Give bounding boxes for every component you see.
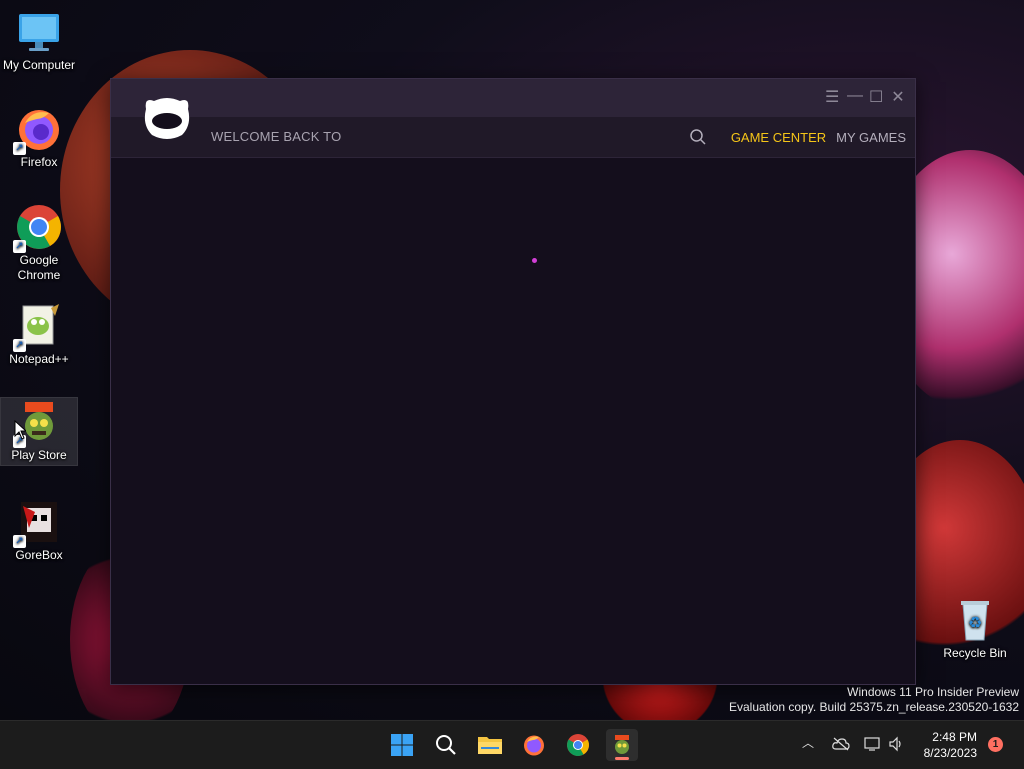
notepad-plus-plus-icon: ↗ [13, 302, 63, 352]
desktop-icon-play-store[interactable]: ↗ Play Store [0, 397, 78, 466]
start-button[interactable] [386, 729, 418, 761]
taskbar-firefox[interactable] [518, 729, 550, 761]
taskbar-file-explorer[interactable] [474, 729, 506, 761]
search-icon[interactable] [689, 128, 707, 146]
close-icon[interactable]: ✕ [891, 87, 905, 107]
clock-date: 8/23/2023 [923, 746, 977, 760]
system-clock[interactable]: 2:48 PM 8/23/2023 [924, 729, 977, 761]
shortcut-arrow-icon: ↗ [13, 339, 26, 352]
window-titlebar[interactable]: ☰ — ☐ ✕ [111, 79, 915, 117]
hamburger-menu-icon[interactable]: ☰ [825, 87, 839, 107]
firefox-icon: ↗ [13, 105, 63, 155]
window-controls: ☰ — ☐ ✕ [825, 87, 905, 107]
desktop-icon-label: Notepad++ [9, 352, 69, 366]
file-explorer-icon [478, 737, 502, 754]
desktop-icon-label: GoreBox [15, 548, 63, 562]
taskbar-play-store[interactable] [606, 729, 638, 761]
desktop-icon-gorebox[interactable]: ↗ GoreBox [1, 498, 77, 563]
mouse-cursor-icon [14, 420, 26, 440]
tab-game-center[interactable]: GAME CENTER [731, 130, 826, 145]
shortcut-arrow-icon: ↗ [13, 535, 26, 548]
minimize-icon[interactable]: — [847, 87, 863, 107]
app-logo-icon [144, 98, 190, 139]
watermark-line: Evaluation copy. Build 25375.zn_release.… [729, 700, 1019, 714]
chrome-icon [567, 734, 589, 756]
desktop-icon-my-computer[interactable]: My Computer [1, 8, 77, 73]
clock-time: 2:48 PM [932, 730, 977, 744]
recycle-bin-icon: ♻ [951, 596, 999, 644]
desktop-icon-label: Google Chrome [17, 253, 61, 282]
notification-badge[interactable]: 1 [988, 737, 1003, 752]
game-center-window: ☰ — ☐ ✕ WELCOME BACK TO GAME CENTER MY G… [110, 78, 916, 685]
taskbar: ︿ 2:48 PM 8/23/2023 1 [0, 720, 1024, 769]
shortcut-arrow-icon: ↗ [13, 240, 26, 253]
tab-my-games[interactable]: MY GAMES [836, 130, 906, 145]
desktop-icon-firefox[interactable]: ↗ Firefox [1, 105, 77, 170]
watermark-line: Windows 11 Pro Insider Preview [847, 685, 1019, 699]
app-header: WELCOME BACK TO GAME CENTER MY GAMES [111, 117, 915, 158]
windows-watermark: Windows 11 Pro Insider Preview Evaluatio… [729, 685, 1019, 715]
desktop-icon-label: Recycle Bin [943, 646, 1007, 660]
loading-indicator [532, 258, 537, 263]
desktop-icon-recycle-bin[interactable]: ♻ Recycle Bin [937, 596, 1013, 661]
search-icon [436, 735, 456, 755]
start-icon [391, 734, 413, 756]
desktop-icon-label: Firefox [20, 155, 58, 169]
shortcut-arrow-icon: ↗ [13, 142, 26, 155]
network-icon[interactable] [864, 736, 882, 752]
desktop-icon-label: Play Store [11, 448, 67, 462]
maximize-icon[interactable]: ☐ [869, 87, 883, 107]
gorebox-icon: ↗ [13, 498, 63, 548]
monitor-icon [15, 8, 63, 56]
show-hidden-icons-chevron-icon[interactable]: ︿ [802, 734, 814, 751]
chrome-icon: ↗ [13, 203, 63, 253]
desktop-icon-chrome[interactable]: ↗ Google Chrome [1, 203, 77, 283]
desktop-icon-label: My Computer [2, 58, 76, 72]
header-nav: GAME CENTER MY GAMES [689, 128, 906, 146]
volume-icon[interactable] [888, 736, 904, 752]
cloud-offline-icon[interactable] [832, 737, 850, 751]
svg-text:♻: ♻ [968, 613, 982, 632]
active-app-indicator [615, 757, 629, 760]
firefox-icon [524, 735, 544, 756]
taskbar-chrome[interactable] [562, 729, 594, 761]
taskbar-search-button[interactable] [430, 729, 462, 761]
desktop-icon-notepad-plus-plus[interactable]: ↗ Notepad++ [1, 302, 77, 367]
welcome-text: WELCOME BACK TO [211, 129, 342, 144]
games-store-icon [615, 735, 629, 754]
